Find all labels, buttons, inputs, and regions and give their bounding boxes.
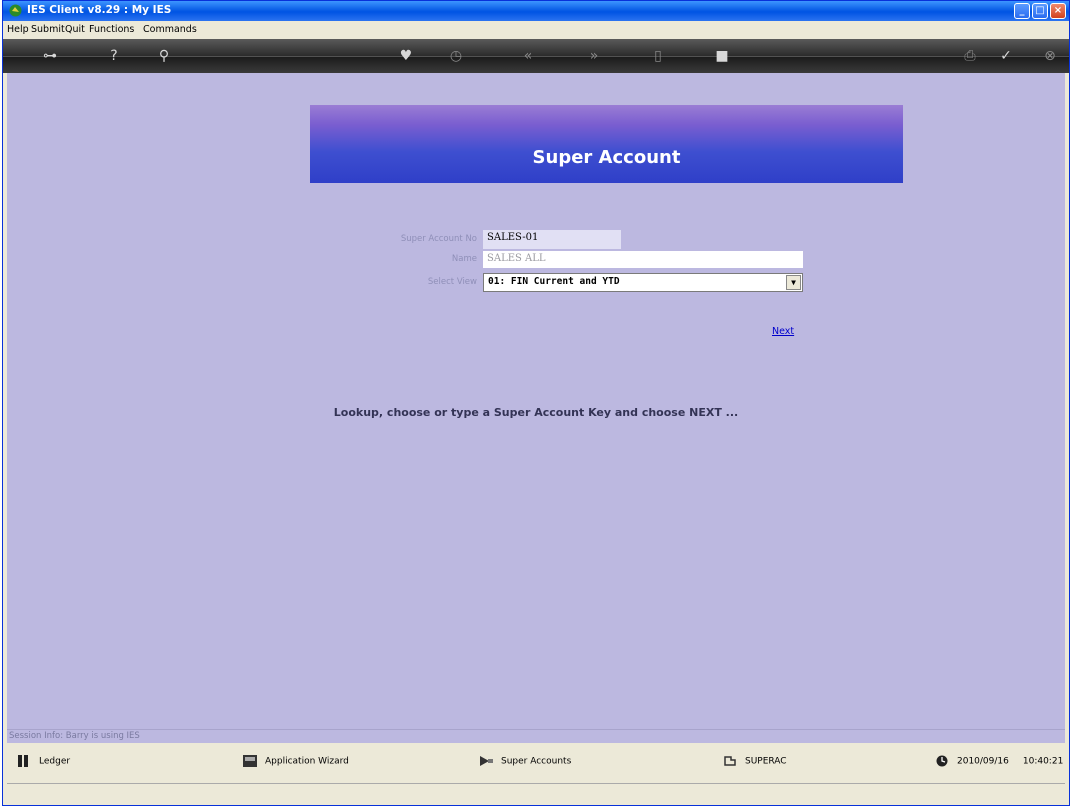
help-icon[interactable]: ?: [101, 47, 127, 65]
task-bar: Ledger Application Wizard Super Accounts…: [7, 743, 1065, 783]
name-field: SALES ALL: [483, 251, 803, 268]
key-icon[interactable]: ⊶: [37, 47, 63, 65]
name-label: Name: [451, 254, 477, 264]
main-content: Super Account Super Account No SALES-01 …: [7, 73, 1065, 729]
ledger-icon: [18, 755, 28, 767]
super-accounts-label: Super Accounts: [501, 756, 572, 767]
close-window-button[interactable]: ×: [1050, 3, 1066, 19]
super-accounts-task[interactable]: Super Accounts: [479, 755, 571, 767]
super-accounts-icon: [480, 756, 493, 766]
forward-icon[interactable]: »: [581, 47, 607, 65]
bookmark-icon[interactable]: ▯: [645, 47, 671, 65]
menu-functions[interactable]: Functions: [89, 24, 134, 35]
menu-commands[interactable]: Commands: [143, 24, 197, 35]
datetime: 2010/09/16 10:40:21: [935, 755, 1063, 767]
instruction-text: Lookup, choose or type a Super Account K…: [333, 406, 739, 419]
menu-help[interactable]: Help: [7, 24, 29, 35]
menu-quit[interactable]: Quit: [65, 24, 85, 35]
date-label: 2010/09/16: [957, 756, 1009, 767]
select-view-dropdown[interactable]: 01: FIN Current and YTD ▼: [483, 273, 803, 292]
superac-icon: [724, 756, 736, 766]
page-banner: Super Account: [310, 105, 903, 183]
session-info-bar: Session Info: Barry is using IES: [7, 729, 1065, 744]
rewind-icon[interactable]: «: [515, 47, 541, 65]
app-window: IES Client v8.29 : My IES _ □ × Help Sub…: [2, 0, 1070, 806]
minimize-button[interactable]: _: [1014, 3, 1030, 19]
superac-task[interactable]: SUPERAC: [723, 755, 787, 767]
check-icon[interactable]: ✓: [993, 47, 1019, 65]
application-wizard-task[interactable]: Application Wizard: [243, 755, 349, 767]
window-title: IES Client v8.29 : My IES: [27, 4, 172, 16]
toolbar: ⊶ ? ⚲ ♥ ◷ « » ▯ ■ ⎙ ✓ ⊗: [3, 39, 1069, 73]
wizard-label: Application Wizard: [265, 756, 349, 767]
page-title: Super Account: [532, 147, 681, 168]
menu-submit[interactable]: Submit: [31, 24, 65, 35]
chevron-down-icon[interactable]: ▼: [786, 275, 801, 290]
wizard-icon: [243, 755, 257, 767]
clock-icon[interactable]: ◷: [443, 47, 469, 65]
session-info: Session Info: Barry is using IES: [9, 731, 140, 741]
clock-status-icon: [936, 755, 948, 767]
super-account-no-field[interactable]: SALES-01: [483, 230, 621, 249]
select-view-label: Select View: [427, 277, 477, 287]
close-icon[interactable]: ⊗: [1037, 47, 1063, 65]
maximize-button[interactable]: □: [1032, 3, 1048, 19]
super-account-no-label: Super Account No: [400, 234, 477, 244]
time-label: 10:40:21: [1022, 756, 1064, 767]
search-icon[interactable]: ⚲: [151, 47, 177, 65]
ledger-task[interactable]: Ledger: [17, 755, 70, 767]
app-icon: [9, 4, 22, 17]
print-icon[interactable]: ⎙: [957, 47, 983, 65]
ledger-label: Ledger: [39, 756, 71, 767]
title-bar: IES Client v8.29 : My IES _ □ ×: [3, 1, 1069, 21]
select-view-value: 01: FIN Current and YTD: [488, 276, 620, 287]
status-bar: [7, 783, 1065, 804]
superac-label: SUPERAC: [745, 756, 787, 767]
menu-bar: Help Submit Quit Functions Commands: [3, 21, 1069, 39]
stop-icon[interactable]: ■: [709, 47, 735, 65]
heart-icon[interactable]: ♥: [393, 47, 419, 65]
next-link[interactable]: Next: [772, 326, 794, 337]
